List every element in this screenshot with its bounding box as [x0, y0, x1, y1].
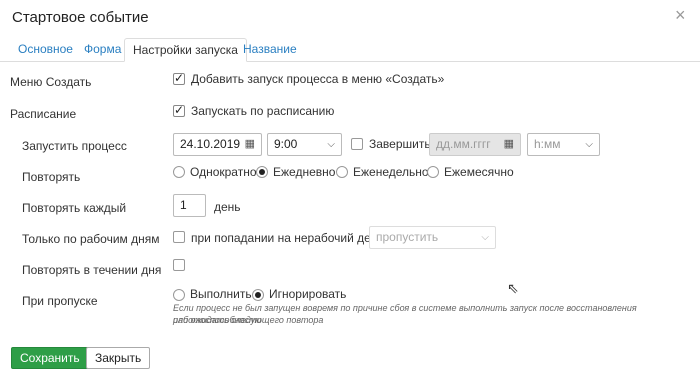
start-time-value: 9:00 — [274, 137, 298, 151]
finish-checkbox[interactable] — [351, 138, 363, 150]
end-date-placeholder: дд.мм.гггг — [436, 137, 491, 151]
create-menu-checkbox[interactable] — [173, 71, 185, 85]
schedule-label: Расписание — [10, 107, 77, 121]
on-skip-help-line2: или ожидать следующего повтора — [173, 315, 324, 325]
on-skip-ignore-radio[interactable] — [252, 289, 264, 301]
repeat-once-label: Однократно — [190, 165, 257, 179]
start-date-value: 24.10.2019 — [180, 137, 241, 151]
tab-name[interactable]: Название — [235, 38, 305, 62]
repeat-weekly-radio[interactable] — [336, 166, 348, 178]
save-button[interactable]: Сохранить — [11, 347, 89, 369]
repeat-once-radio[interactable] — [173, 166, 185, 178]
on-skip-ignore-label: Игнорировать — [269, 287, 347, 301]
tab-main[interactable]: Основное — [10, 38, 81, 62]
tab-launch-settings[interactable]: Настройки запуска — [124, 38, 247, 62]
workdays-select[interactable]: пропустить ⌵ — [369, 226, 496, 249]
repeat-every-label: Повторять каждый — [22, 201, 127, 215]
schedule-checkbox[interactable] — [173, 103, 185, 117]
create-menu-checkbox-label: Добавить запуск процесса в меню «Создать… — [191, 72, 445, 86]
schedule-checkbox-label: Запускать по расписанию — [191, 104, 335, 118]
start-date-input[interactable]: 24.10.2019 ▦ — [173, 133, 262, 156]
on-skip-execute-label: Выполнить — [190, 287, 252, 301]
calendar-icon[interactable]: ▦ — [245, 134, 255, 155]
create-menu-label: Меню Создать — [10, 75, 92, 89]
chevron-down-icon: ⌵ — [585, 139, 593, 150]
start-process-label: Запустить процесс — [22, 139, 127, 153]
repeat-daily-label: Ежедневно — [273, 165, 336, 179]
workdays-checkbox[interactable] — [173, 231, 185, 243]
on-skip-execute-radio[interactable] — [173, 289, 185, 301]
workdays-select-value: пропустить — [376, 230, 439, 244]
start-time-select[interactable]: 9:00 ⌵ — [267, 133, 342, 156]
tab-bar: Основное Форма Настройки запуска Названи… — [0, 38, 700, 62]
workdays-label: Только по рабочим дням — [22, 232, 160, 246]
repeat-daily-radio[interactable] — [256, 166, 268, 178]
repeat-during-day-label: Повторять в течении дня — [22, 263, 162, 277]
close-button[interactable]: Закрыть — [86, 347, 151, 369]
mouse-cursor-icon: ⇖ — [507, 280, 519, 296]
repeat-monthly-radio[interactable] — [427, 166, 439, 178]
calendar-icon[interactable]: ▦ — [504, 134, 514, 155]
finish-label: Завершить — [369, 137, 431, 151]
tab-form[interactable]: Форма — [76, 38, 129, 62]
close-icon[interactable]: × — [675, 6, 686, 24]
end-time-placeholder: h:мм — [534, 137, 561, 151]
end-date-input[interactable]: дд.мм.гггг ▦ — [429, 133, 521, 156]
dialog-title: Стартовое событие — [12, 9, 149, 26]
chevron-down-icon: ⌵ — [327, 139, 335, 150]
chevron-down-icon: ⌵ — [481, 232, 489, 243]
repeat-every-unit: день — [214, 200, 241, 214]
on-skip-label: При пропуске — [22, 294, 98, 308]
repeat-every-value: 1 — [180, 198, 187, 212]
repeat-every-input[interactable]: 1 — [173, 194, 206, 217]
repeat-weekly-label: Еженедельно — [353, 165, 429, 179]
end-time-select[interactable]: h:мм ⌵ — [527, 133, 600, 156]
repeat-during-day-checkbox[interactable] — [173, 259, 185, 271]
workdays-checkbox-label: при попадании на нерабочий день — [191, 231, 384, 245]
repeat-label: Повторять — [22, 170, 81, 184]
repeat-monthly-label: Ежемесячно — [444, 165, 514, 179]
